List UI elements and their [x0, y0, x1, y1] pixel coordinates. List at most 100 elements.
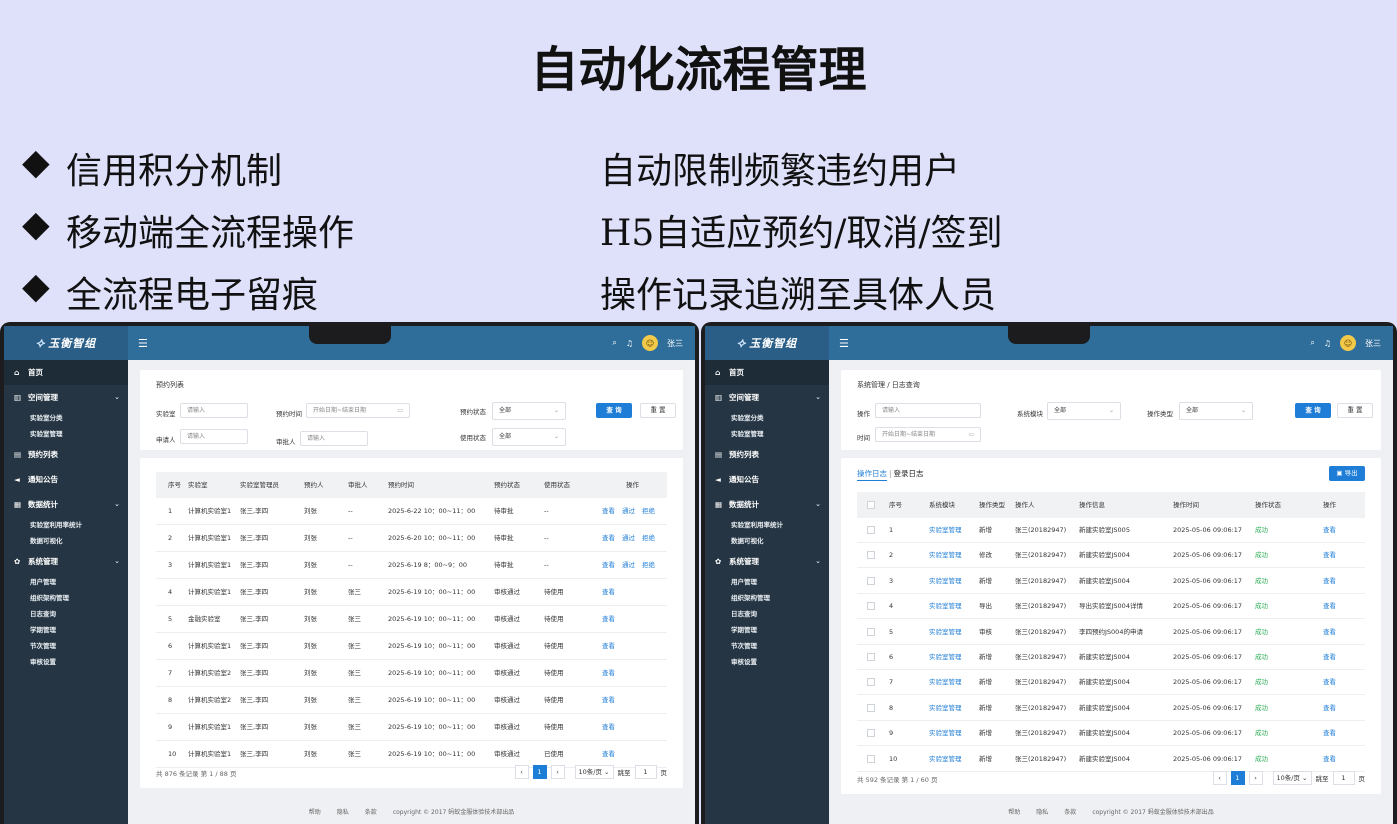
sidebar-item[interactable]: ▦ 数据统计 ⌄ [705, 492, 829, 517]
reset-button[interactable]: 重 置 [1337, 403, 1373, 418]
search-button[interactable]: 查 询 [596, 403, 632, 418]
row-checkbox[interactable] [867, 526, 875, 534]
sidebar-subitem[interactable]: 组织架构管理 [705, 590, 829, 606]
bell-icon[interactable]: ♫ [1324, 339, 1331, 348]
module-link[interactable]: 实验室管理 [929, 721, 962, 746]
row-action-link[interactable]: 拒绝 [642, 525, 655, 552]
page-size-select[interactable]: 10条/页 ⌄ [574, 765, 614, 779]
search-icon[interactable]: ⌕ [612, 338, 616, 348]
goto-input[interactable]: 1 [634, 765, 657, 779]
applicant-input[interactable]: 请输入 [180, 429, 248, 444]
tab-login-log[interactable]: 登录日志 [894, 469, 924, 478]
module-select[interactable]: 全部 ⌄ [1047, 402, 1121, 420]
sidebar-item[interactable]: ▥ 空间管理 ⌄ [705, 385, 829, 410]
menu-toggle-icon[interactable]: ☰ [138, 337, 148, 350]
row-action-link[interactable]: 查看 [602, 714, 615, 741]
search-button[interactable]: 查 询 [1295, 403, 1331, 418]
sidebar-subitem[interactable]: 实验室分类 [705, 410, 829, 426]
module-link[interactable]: 实验室管理 [929, 696, 962, 721]
sidebar-subitem[interactable]: 节次管理 [4, 638, 128, 654]
sidebar-subitem[interactable]: 实验室利用率统计 [4, 517, 128, 533]
op-input[interactable]: 请输入 [875, 403, 981, 418]
avatar[interactable]: ☺ [642, 335, 658, 351]
sidebar-subitem[interactable]: 学期管理 [4, 622, 128, 638]
sidebar-item[interactable]: ◄ 通知公告 [4, 467, 128, 492]
sidebar-subitem[interactable]: 审核设置 [4, 654, 128, 670]
row-action-link[interactable]: 查看 [602, 741, 615, 768]
menu-toggle-icon[interactable]: ☰ [839, 337, 849, 350]
tab-operation-log[interactable]: 操作日志 [857, 469, 887, 481]
row-action-link[interactable]: 查看 [602, 498, 615, 525]
type-select[interactable]: 全部 ⌄ [1179, 402, 1253, 420]
module-link[interactable]: 实验室管理 [929, 747, 962, 772]
sidebar-subitem[interactable]: 实验室分类 [4, 410, 128, 426]
footer-help[interactable]: 帮助 [1008, 809, 1020, 816]
sidebar-subitem[interactable]: 实验室管理 [705, 426, 829, 442]
row-action-link[interactable]: 查看 [1323, 594, 1336, 619]
row-checkbox[interactable] [867, 602, 875, 611]
row-action-link[interactable]: 拒绝 [642, 552, 655, 579]
row-checkbox[interactable] [867, 703, 875, 712]
sidebar-subitem[interactable]: 节次管理 [705, 638, 829, 654]
sidebar-item[interactable]: ▥ 空间管理 ⌄ [4, 385, 128, 410]
logo[interactable]: ⟡ 玉衡智组 [705, 326, 829, 360]
row-action-link[interactable]: 查看 [1323, 645, 1336, 670]
goto-input[interactable]: 1 [1332, 771, 1355, 785]
sidebar-item[interactable]: ▦ 数据统计 ⌄ [4, 492, 128, 517]
status-select[interactable]: 全部 ⌄ [492, 402, 566, 420]
footer-help[interactable]: 帮助 [309, 809, 321, 816]
row-action-link[interactable]: 查看 [1323, 670, 1336, 695]
time-range-input[interactable]: 开始日期~结束日期 ▭ [306, 403, 410, 418]
row-action-link[interactable]: 查看 [1323, 747, 1336, 772]
sidebar-item[interactable]: ✿ 系统管理 ⌄ [4, 549, 128, 574]
row-checkbox[interactable] [867, 551, 875, 560]
row-action-link[interactable]: 查看 [602, 552, 615, 579]
sidebar-subitem[interactable]: 用户管理 [705, 574, 829, 590]
sidebar-subitem[interactable]: 实验室管理 [4, 426, 128, 442]
row-checkbox[interactable] [867, 678, 875, 687]
row-action-link[interactable]: 通过 [622, 498, 635, 525]
sidebar-item[interactable]: ▤ 预约列表 [4, 442, 128, 467]
user-name[interactable]: 张三 [1365, 338, 1381, 349]
footer-privacy[interactable]: 隐私 [337, 809, 349, 816]
sidebar-subitem[interactable]: 用户管理 [4, 574, 128, 590]
row-action-link[interactable]: 查看 [1323, 518, 1336, 543]
sidebar-subitem[interactable]: 数据可视化 [705, 533, 829, 549]
next-page-button[interactable]: › [1248, 771, 1263, 785]
sidebar-item[interactable]: ▤ 预约列表 [705, 442, 829, 467]
page-size-select[interactable]: 10条/页 ⌄ [1272, 771, 1312, 785]
sidebar-subitem[interactable]: 数据可视化 [4, 533, 128, 549]
module-link[interactable]: 实验室管理 [929, 518, 962, 543]
row-action-link[interactable]: 查看 [1323, 543, 1336, 568]
row-action-link[interactable]: 查看 [602, 525, 615, 552]
row-action-link[interactable]: 查看 [602, 579, 615, 606]
use-status-select[interactable]: 全部 ⌄ [492, 428, 566, 446]
row-action-link[interactable]: 查看 [602, 687, 615, 714]
module-link[interactable]: 实验室管理 [929, 645, 962, 670]
logo[interactable]: ⟡ 玉衡智组 [4, 326, 128, 360]
sidebar-item[interactable]: ✿ 系统管理 ⌄ [705, 549, 829, 574]
sidebar-subitem[interactable]: 审核设置 [705, 654, 829, 670]
user-name[interactable]: 张三 [667, 338, 683, 349]
row-checkbox[interactable] [867, 754, 875, 763]
module-link[interactable]: 实验室管理 [929, 569, 962, 594]
row-action-link[interactable]: 查看 [1323, 569, 1336, 594]
sidebar-subitem[interactable]: 组织架构管理 [4, 590, 128, 606]
module-link[interactable]: 实验室管理 [929, 670, 962, 695]
prev-page-button[interactable]: ‹ [514, 765, 529, 779]
row-action-link[interactable]: 通过 [622, 525, 635, 552]
row-action-link[interactable]: 查看 [602, 633, 615, 660]
page-button-current[interactable]: 1 [1230, 771, 1245, 785]
row-checkbox[interactable] [867, 627, 875, 636]
bell-icon[interactable]: ♫ [626, 339, 633, 348]
module-link[interactable]: 实验室管理 [929, 620, 962, 645]
footer-terms[interactable]: 条款 [365, 809, 377, 816]
reset-button[interactable]: 重 置 [640, 403, 676, 418]
module-link[interactable]: 实验室管理 [929, 594, 962, 619]
row-action-link[interactable]: 查看 [1323, 696, 1336, 721]
next-page-button[interactable]: › [550, 765, 565, 779]
row-checkbox[interactable] [867, 653, 875, 661]
sidebar-item[interactable]: ⌂ 首页 [705, 360, 829, 385]
row-action-link[interactable]: 查看 [602, 606, 615, 633]
time-range-input[interactable]: 开始日期~结束日期 ▭ [875, 427, 981, 442]
